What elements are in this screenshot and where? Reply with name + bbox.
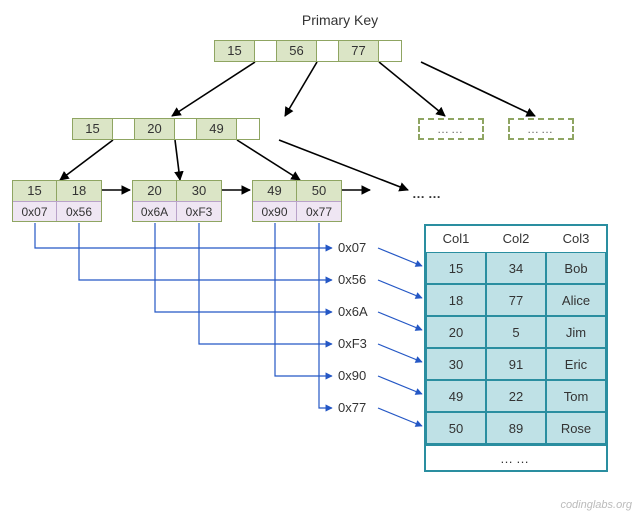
table-footer-ellipsis: …… [426, 444, 606, 470]
btree-key: 15 [73, 119, 113, 139]
row-pointer-label: 0x6A [338, 304, 368, 319]
table-cell: Alice [546, 284, 606, 316]
leaf-key: 30 [177, 181, 221, 201]
column-header: Col2 [486, 226, 546, 252]
leaf-key: 50 [297, 181, 341, 201]
btree-pointer-slot [113, 119, 135, 139]
table-row: 18 77 Alice [426, 284, 606, 316]
btree-internal-node: 15 20 49 [72, 118, 260, 140]
table-row: 50 89 Rose [426, 412, 606, 444]
table-row: 30 91 Eric [426, 348, 606, 380]
btree-leaf-node: 20 30 0x6A 0xF3 [132, 180, 222, 222]
leaf-key: 15 [13, 181, 57, 201]
table-cell: Tom [546, 380, 606, 412]
watermark: codinglabs.org [560, 499, 632, 511]
table-cell: Jim [546, 316, 606, 348]
btree-key: 77 [339, 41, 379, 61]
table-cell: 49 [426, 380, 486, 412]
table-cell: 89 [486, 412, 546, 444]
leaf-pointer: 0x6A [133, 201, 177, 221]
table-cell: Eric [546, 348, 606, 380]
data-table: Col1 Col2 Col3 15 34 Bob 18 77 Alice 20 … [424, 224, 608, 472]
btree-root-node: 15 56 77 [214, 40, 402, 62]
btree-pointer-slot [317, 41, 339, 61]
btree-key: 56 [277, 41, 317, 61]
table-cell: 34 [486, 252, 546, 284]
diagram-title: Primary Key [280, 12, 400, 28]
btree-key: 49 [197, 119, 237, 139]
table-cell: 30 [426, 348, 486, 380]
row-pointer-label: 0x90 [338, 368, 366, 383]
btree-leaf-node: 15 18 0x07 0x56 [12, 180, 102, 222]
leaf-pointer: 0x07 [13, 201, 57, 221]
table-cell: 22 [486, 380, 546, 412]
table-cell: Bob [546, 252, 606, 284]
btree-node-placeholder: …… [418, 118, 484, 140]
table-header: Col1 Col2 Col3 [426, 226, 606, 252]
table-cell: 50 [426, 412, 486, 444]
row-pointer-label: 0x07 [338, 240, 366, 255]
btree-key: 15 [215, 41, 255, 61]
table-cell: 5 [486, 316, 546, 348]
leaf-ellipsis: …… [412, 186, 444, 201]
column-header: Col1 [426, 226, 486, 252]
table-cell: 77 [486, 284, 546, 316]
btree-leaf-node: 49 50 0x90 0x77 [252, 180, 342, 222]
table-row: 15 34 Bob [426, 252, 606, 284]
btree-pointer-slot [379, 41, 401, 61]
leaf-pointer: 0x56 [57, 201, 101, 221]
table-cell: 91 [486, 348, 546, 380]
btree-pointer-slot [237, 119, 259, 139]
leaf-key: 18 [57, 181, 101, 201]
table-row: 49 22 Tom [426, 380, 606, 412]
btree-pointer-slot [175, 119, 197, 139]
table-cell: 15 [426, 252, 486, 284]
table-row: 20 5 Jim [426, 316, 606, 348]
leaf-pointer: 0x77 [297, 201, 341, 221]
btree-node-placeholder: …… [508, 118, 574, 140]
row-pointer-label: 0xF3 [338, 336, 367, 351]
btree-key: 20 [135, 119, 175, 139]
table-cell: 18 [426, 284, 486, 316]
table-cell: 20 [426, 316, 486, 348]
row-pointer-label: 0x56 [338, 272, 366, 287]
leaf-pointer: 0x90 [253, 201, 297, 221]
leaf-pointer: 0xF3 [177, 201, 221, 221]
row-pointer-label: 0x77 [338, 400, 366, 415]
btree-pointer-slot [255, 41, 277, 61]
leaf-key: 49 [253, 181, 297, 201]
column-header: Col3 [546, 226, 606, 252]
table-cell: Rose [546, 412, 606, 444]
leaf-key: 20 [133, 181, 177, 201]
